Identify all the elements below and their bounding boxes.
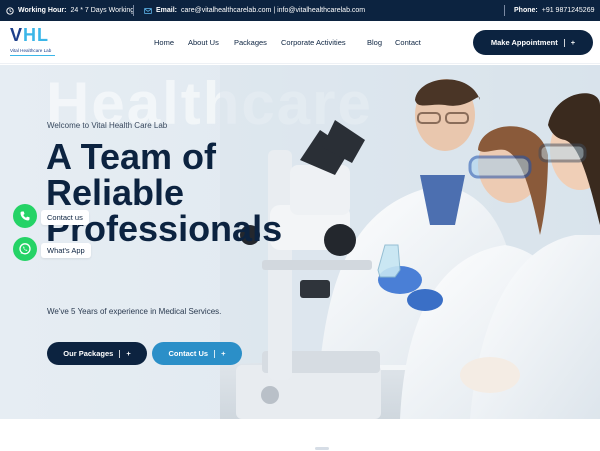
call-float-button[interactable] [13, 204, 37, 228]
top-info-bar: Working Hour: 24 * 7 Days Working Email:… [0, 0, 600, 21]
phone-label: Phone: [514, 7, 538, 14]
plus-icon: + [126, 349, 131, 358]
phone-icon [20, 211, 30, 221]
divider [119, 349, 121, 358]
nav-item-home[interactable]: Home [154, 38, 174, 47]
divider [504, 5, 505, 16]
whatsapp-tooltip[interactable]: What's App [41, 243, 91, 258]
logo-underline [10, 55, 55, 56]
next-section-strip [0, 419, 600, 451]
plus-icon: + [570, 38, 576, 47]
whatsapp-icon [19, 243, 31, 255]
plus-icon: + [221, 349, 226, 358]
phone-value[interactable]: +91 9871245269 [542, 7, 595, 14]
contact-us-tooltip[interactable]: Contact us [41, 210, 89, 225]
email-info: Email: care@vitalhealthcarelab.com | inf… [144, 0, 365, 21]
nav-item-packages[interactable]: Packages [234, 38, 267, 47]
logo-mark: VHL [10, 25, 49, 46]
email-value[interactable]: care@vitalhealthcarelab.com | info@vital… [181, 7, 365, 14]
nav-item-about[interactable]: About Us [188, 38, 219, 47]
clock-icon [6, 6, 14, 15]
experience-text: We've 5 Years of experience in Medical S… [47, 307, 222, 316]
welcome-text: Welcome to Vital Health Care Lab [47, 121, 168, 130]
nav-item-corporate-activities[interactable]: Corporate Activities [281, 38, 346, 47]
hero-headline: A Team of Reliable Professionals [46, 136, 283, 249]
contact-us-button[interactable]: Contact Us + [152, 342, 242, 365]
nav-item-blog[interactable]: Blog [367, 38, 382, 47]
whatsapp-float-button[interactable] [13, 237, 37, 261]
nav-item-contact[interactable]: Contact [395, 38, 421, 47]
contact-us-label: Contact Us [168, 349, 209, 358]
logo-mark-v: V [10, 25, 24, 45]
logo[interactable]: VHL Vital Healthcare Lab [10, 25, 70, 61]
scroll-indicator [315, 447, 329, 450]
logo-subtitle: Vital Healthcare Lab [10, 48, 52, 53]
make-appointment-button[interactable]: Make Appointment + [473, 30, 593, 55]
hero-section: Healthcare Welcome to Vital Health Care … [0, 65, 600, 419]
our-packages-label: Our Packages [63, 349, 114, 358]
site-header: VHL Vital Healthcare Lab Home About Us P… [0, 21, 600, 64]
phone-info: Phone: +91 9871245269 [514, 0, 594, 21]
working-hours: Working Hour: 24 * 7 Days Working [6, 0, 134, 21]
divider [563, 38, 565, 47]
divider [214, 349, 216, 358]
email-label: Email: [156, 7, 178, 14]
mail-icon [144, 7, 152, 14]
working-hours-value: 24 * 7 Days Working [70, 7, 135, 14]
working-hours-label: Working Hour: [18, 7, 67, 14]
our-packages-button[interactable]: Our Packages + [47, 342, 147, 365]
make-appointment-label: Make Appointment [490, 38, 558, 47]
logo-mark-hl: HL [23, 25, 50, 45]
divider [133, 5, 134, 16]
